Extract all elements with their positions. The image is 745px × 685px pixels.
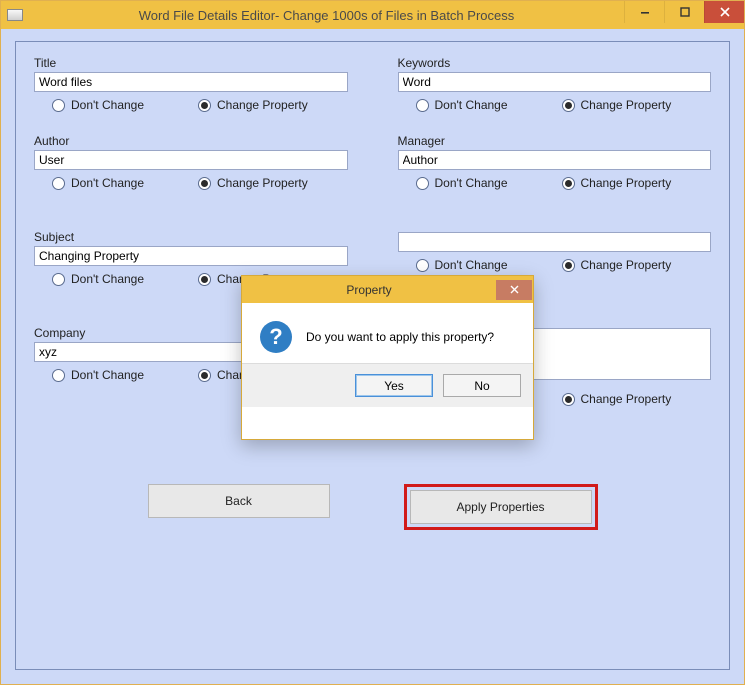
author-input[interactable] [34,150,348,170]
radio-label: Change Property [581,176,672,190]
dialog-message: Do you want to apply this property? [306,330,494,344]
titlebar: Word File Details Editor- Change 1000s o… [1,1,744,29]
manager-field: Manager Don't Change Change Property [398,134,712,190]
apply-highlight: Apply Properties [404,484,598,530]
author-field: Author Don't Change Change Property [34,134,348,190]
subject-input[interactable] [34,246,348,266]
dialog-titlebar: Property [242,276,533,303]
back-button[interactable]: Back [148,484,330,518]
manager-label: Manager [398,134,712,148]
no-label: No [474,379,489,393]
keywords-input[interactable] [398,72,712,92]
dialog-close-button[interactable] [496,280,532,300]
dialog-no-button[interactable]: No [443,374,521,397]
radio-label: Don't Change [435,98,508,112]
window-title: Word File Details Editor- Change 1000s o… [29,8,624,23]
title-label: Title [34,56,348,70]
category-change-property-radio[interactable]: Change Property [562,258,672,272]
dialog-button-row: Yes No [242,363,533,407]
comments-change-property-radio[interactable]: Change Property [562,392,672,406]
button-row: Back Apply Properties [34,484,711,530]
close-button[interactable] [704,1,744,23]
manager-input[interactable] [398,150,712,170]
minimize-button[interactable] [624,1,664,23]
back-button-label: Back [225,494,252,508]
company-dont-change-radio[interactable]: Don't Change [52,368,144,382]
dialog-yes-button[interactable]: Yes [355,374,433,397]
radio-label: Don't Change [71,368,144,382]
author-dont-change-radio[interactable]: Don't Change [52,176,144,190]
dialog-title: Property [242,283,496,297]
radio-label: Change Property [217,176,308,190]
category-dont-change-radio[interactable]: Don't Change [416,258,508,272]
radio-label: Don't Change [71,272,144,286]
keywords-field: Keywords Don't Change Change Property [398,56,712,112]
apply-properties-button[interactable]: Apply Properties [410,490,592,524]
title-input[interactable] [34,72,348,92]
subject-label: Subject [34,230,348,244]
category-input[interactable] [398,232,712,252]
maximize-button[interactable] [664,1,704,23]
radio-label: Change Property [581,98,672,112]
keywords-change-property-radio[interactable]: Change Property [562,98,672,112]
keywords-label: Keywords [398,56,712,70]
subject-dont-change-radio[interactable]: Don't Change [52,272,144,286]
author-change-property-radio[interactable]: Change Property [198,176,308,190]
manager-dont-change-radio[interactable]: Don't Change [416,176,508,190]
radio-label: Change Property [217,98,308,112]
radio-label: Don't Change [435,258,508,272]
author-label: Author [34,134,348,148]
dialog-body: ? Do you want to apply this property? [242,303,533,363]
close-icon [510,285,519,294]
maximize-icon [680,7,690,17]
title-change-property-radio[interactable]: Change Property [198,98,308,112]
question-icon: ? [260,321,292,353]
radio-label: Don't Change [71,98,144,112]
radio-label: Don't Change [435,176,508,190]
radio-label: Change Property [581,392,672,406]
minimize-icon [640,7,650,17]
window-buttons [624,1,744,29]
radio-label: Change Property [581,258,672,272]
radio-label: Don't Change [71,176,144,190]
app-icon [7,9,23,21]
title-field: Title Don't Change Change Property [34,56,348,112]
keywords-dont-change-radio[interactable]: Don't Change [416,98,508,112]
apply-button-label: Apply Properties [456,500,544,514]
yes-label: Yes [384,379,404,393]
title-dont-change-radio[interactable]: Don't Change [52,98,144,112]
close-icon [720,7,730,17]
manager-change-property-radio[interactable]: Change Property [562,176,672,190]
main-window: Word File Details Editor- Change 1000s o… [0,0,745,685]
property-dialog: Property ? Do you want to apply this pro… [241,275,534,440]
